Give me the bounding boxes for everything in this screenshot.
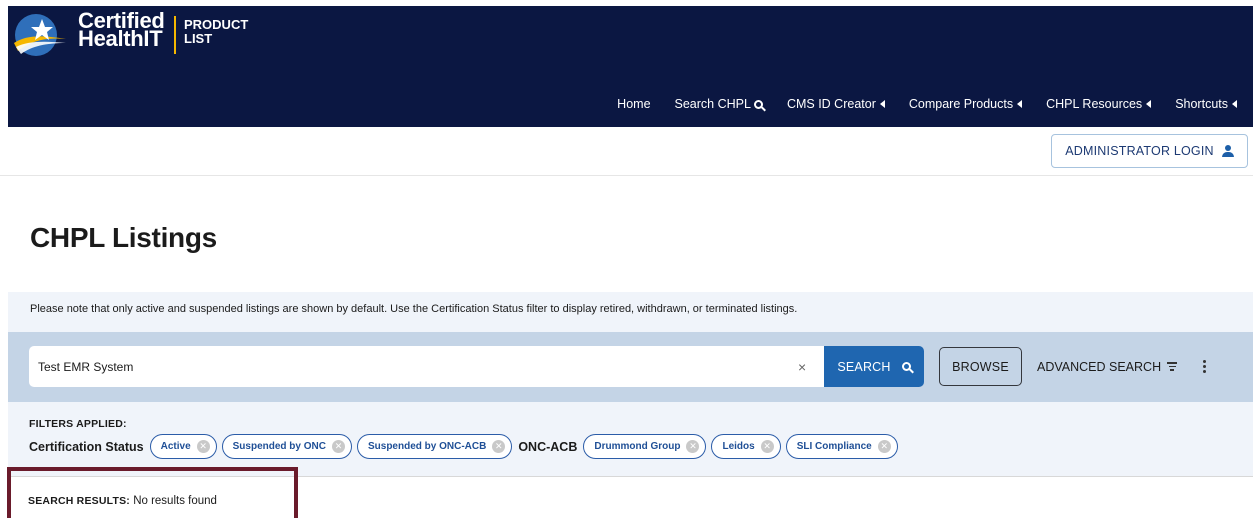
nav-shortcuts[interactable]: Shortcuts [1163,94,1249,114]
notice-banner: Please note that only active and suspend… [8,292,1253,332]
product-line-2: LIST [184,31,213,46]
admin-bar: ADMINISTRATOR LOGIN [0,127,1253,176]
nav-cms-id-creator[interactable]: CMS ID Creator [775,94,897,114]
advanced-search-button[interactable]: ADVANCED SEARCH [1037,347,1178,386]
main-nav: Home Search CHPL CMS ID Creator Compare … [605,94,1249,114]
search-results-value: No results found [133,495,217,507]
filter-chip-suspended-by-onc[interactable]: Suspended by ONC ✕ [221,434,352,459]
caret-left-icon [1232,100,1237,108]
filter-chip-label: Leidos [722,441,755,452]
nav-chpl-resources[interactable]: CHPL Resources [1034,94,1163,114]
page-title: CHPL Listings [30,222,217,253]
nav-chpl-resources-label: CHPL Resources [1046,97,1143,111]
filter-chip-suspended-by-onc-acb[interactable]: Suspended by ONC-ACB ✕ [356,434,513,459]
filters-line: Certification Status Active ✕ Suspended … [29,434,898,459]
filter-group-label: ONC-ACB [518,439,578,454]
filter-chip-label: Drummond Group [594,441,681,452]
search-results-label: SEARCH RESULTS: [28,495,130,507]
search-icon [901,362,911,371]
product-line-1: PRODUCT [184,17,249,32]
nav-home[interactable]: Home [605,94,662,114]
brand-name[interactable]: Certified HealthIT [78,10,165,51]
browse-button[interactable]: BROWSE [939,347,1022,386]
caret-left-icon [1017,100,1023,108]
remove-filter-icon[interactable]: ✕ [492,440,506,453]
nav-compare-products-label: Compare Products [908,97,1014,111]
brand-line-2: HealthIT [78,26,163,51]
nav-compare-products[interactable]: Compare Products [897,94,1034,114]
filter-chip-label: Suspended by ONC-ACB [367,441,487,452]
nav-home-label: Home [617,97,651,111]
nav-shortcuts-label: Shortcuts [1175,97,1228,111]
remove-filter-icon[interactable]: ✕ [196,440,210,453]
caret-left-icon [879,100,885,108]
user-icon [1221,145,1234,157]
brand-divider [174,16,176,54]
more-options-icon[interactable] [1201,347,1207,386]
remove-filter-icon[interactable]: ✕ [877,440,891,453]
nav-search-chpl[interactable]: Search CHPL [663,94,775,114]
star-swoosh-logo[interactable] [12,13,68,57]
notice-text: Please note that only active and suspend… [30,303,798,315]
nav-cms-id-creator-label: CMS ID Creator [786,97,876,111]
filters-title: FILTERS APPLIED: [29,418,127,430]
filter-chip-leidos[interactable]: Leidos ✕ [711,434,781,459]
nav-search-chpl-label: Search CHPL [674,97,751,111]
search-button-label: SEARCH [837,359,891,374]
administrator-login-label: ADMINISTRATOR LOGIN [1065,144,1214,158]
remove-filter-icon[interactable]: ✕ [331,440,345,453]
results-highlight-box [7,467,298,518]
browse-button-label: BROWSE [952,359,1009,374]
search-button[interactable]: SEARCH [824,346,924,387]
filter-chip-drummond-group[interactable]: Drummond Group ✕ [583,434,707,459]
clear-icon[interactable]: × [798,346,806,387]
search-input-value: Test EMR System [38,359,134,374]
search-bar: Test EMR System × SEARCH BROWSE ADVANCED… [8,332,1253,402]
filters-applied: FILTERS APPLIED: Certification Status Ac… [8,402,1253,477]
filter-chip-label: Active [160,441,191,452]
advanced-search-label: ADVANCED SEARCH [1037,359,1162,374]
product-list-label: PRODUCT LIST [184,18,248,46]
search-icon [753,99,763,109]
filter-group-label: Certification Status [29,439,144,454]
site-header: Certified HealthIT PRODUCT LIST Home Sea… [8,6,1253,127]
filter-chip-sli-compliance[interactable]: SLI Compliance ✕ [785,434,898,459]
filter-lines-icon [1167,362,1178,371]
remove-filter-icon[interactable]: ✕ [686,440,700,453]
search-input[interactable]: Test EMR System [29,346,825,387]
administrator-login-button[interactable]: ADMINISTRATOR LOGIN [1051,134,1248,168]
caret-left-icon [1146,100,1152,108]
filter-chip-label: SLI Compliance [796,441,872,452]
remove-filter-icon[interactable]: ✕ [760,440,774,453]
filter-chip-active[interactable]: Active ✕ [149,434,217,459]
filter-chip-label: Suspended by ONC [232,441,326,452]
search-results-status: SEARCH RESULTS: No results found [28,495,217,507]
